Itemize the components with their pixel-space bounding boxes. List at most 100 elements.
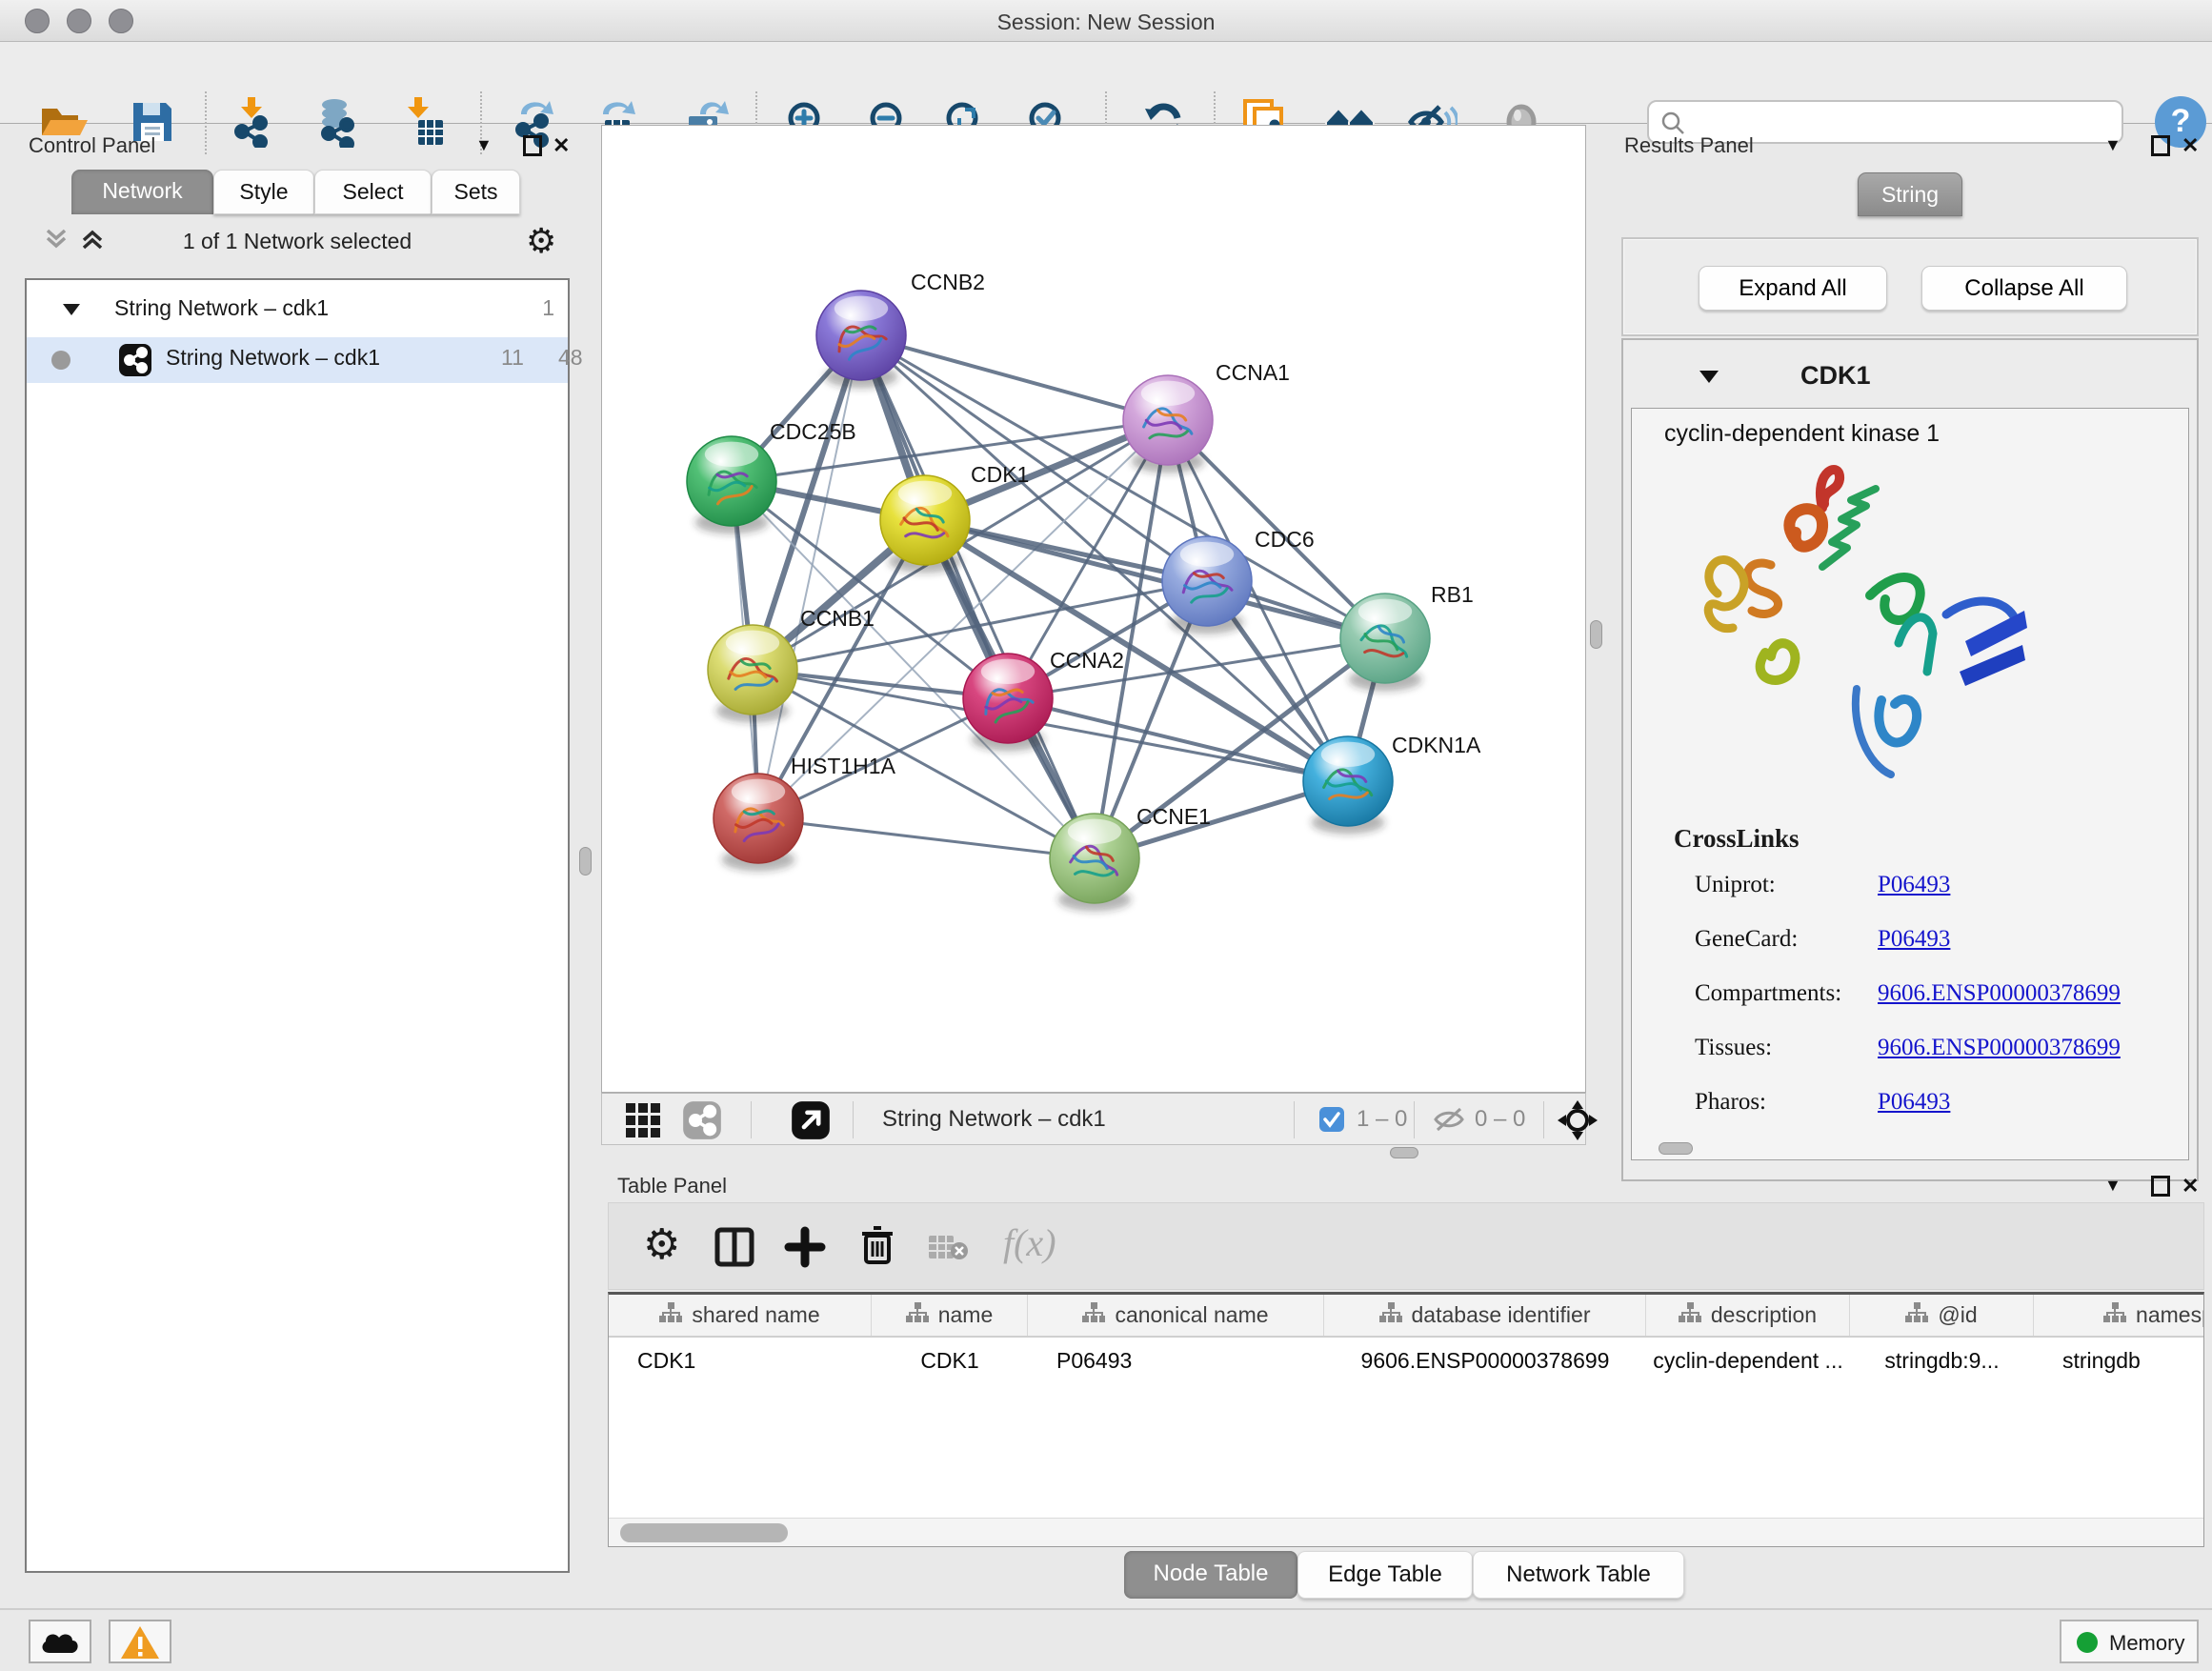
node-label: HIST1H1A	[791, 754, 896, 778]
control-panel-title: Control Panel	[29, 133, 155, 158]
birds-eye-grid-icon[interactable]	[625, 1102, 661, 1143]
crosslink-row: Pharos:P06493	[1632, 1089, 2188, 1127]
tab-string[interactable]: String	[1858, 172, 1962, 216]
footer-divider	[1414, 1101, 1415, 1138]
column-label: shared name	[692, 1302, 819, 1328]
horizontal-splitter-handle[interactable]	[1390, 1147, 1418, 1158]
control-panel-close-icon[interactable]: ✕	[553, 133, 570, 158]
network-share-icon[interactable]	[682, 1100, 722, 1145]
import-network-file-icon[interactable]	[226, 96, 277, 148]
network-type-icon	[118, 343, 152, 383]
collection-expand-triangle-icon[interactable]	[61, 299, 82, 325]
scrollbar-thumb[interactable]	[620, 1523, 788, 1542]
table-cell[interactable]: stringdb:9...	[1850, 1339, 2034, 1381]
delete-column-trash-icon[interactable]	[856, 1224, 898, 1271]
tab-sets[interactable]: Sets	[432, 170, 520, 214]
cloud-button[interactable]	[29, 1620, 91, 1663]
warnings-button[interactable]	[109, 1620, 171, 1663]
show-columns-icon[interactable]	[714, 1226, 755, 1273]
network-edge[interactable]	[758, 818, 1095, 858]
tab-edge-table[interactable]: Edge Table	[1297, 1551, 1473, 1599]
network-node-ccnb1[interactable]: CCNB1	[708, 606, 875, 722]
open-in-window-icon[interactable]	[791, 1100, 831, 1145]
column-label: namespace	[2136, 1302, 2204, 1328]
table-settings-gear-icon[interactable]: ⚙	[643, 1220, 680, 1269]
tab-style[interactable]: Style	[213, 170, 314, 214]
footer-divider	[1294, 1101, 1295, 1138]
column-header-canonical-name[interactable]: canonical name	[1028, 1295, 1324, 1336]
node-label: CCNE1	[1136, 804, 1211, 829]
network-node-cdc6[interactable]: CDC6	[1162, 527, 1315, 634]
control-panel-collapse-icon[interactable]: ▼	[475, 135, 493, 155]
right-splitter-handle[interactable]	[1590, 620, 1602, 649]
results-node-section: CDK1 cyclin-dependent kinase 1 CrossLink…	[1621, 338, 2199, 1181]
network-edge[interactable]	[758, 335, 861, 818]
table-panel-collapse-icon[interactable]: ▼	[2104, 1176, 2122, 1196]
table-cell[interactable]: cyclin-dependent ...	[1646, 1339, 1850, 1381]
control-panel-float-icon[interactable]	[523, 135, 542, 156]
crosslink-row: Compartments:9606.ENSP00000378699	[1632, 980, 2188, 1018]
crosslink-link[interactable]: 9606.ENSP00000378699	[1878, 1035, 2121, 1061]
add-column-icon[interactable]	[784, 1226, 826, 1273]
table-cell[interactable]: CDK1	[609, 1339, 872, 1381]
table-cell[interactable]: P06493	[1028, 1339, 1324, 1381]
network-edge[interactable]	[925, 520, 1385, 638]
column-header-name[interactable]: name	[872, 1295, 1028, 1336]
column-label: database identifier	[1412, 1302, 1591, 1328]
table-cell[interactable]: stringdb	[2034, 1339, 2204, 1381]
column-header-namespace[interactable]: namespace	[2034, 1295, 2204, 1336]
expand-all-button[interactable]: Expand All	[1699, 266, 1887, 311]
footer-divider	[1543, 1101, 1544, 1138]
results-scrollbar-thumb[interactable]	[1659, 1142, 1693, 1155]
network-view-footer: String Network – cdk1 1 – 0 0 – 0	[601, 1093, 1586, 1145]
network-canvas[interactable]: CCNB2CCNA1CDC25BCDK1CDC6RB1CCNB1CCNA2CDK…	[601, 125, 1586, 1093]
hidden-node-edge-counts: 0 – 0	[1475, 1106, 1525, 1133]
table-cell[interactable]: CDK1	[872, 1339, 1028, 1381]
results-panel-collapse-icon[interactable]: ▼	[2104, 135, 2122, 155]
tab-node-table[interactable]: Node Table	[1124, 1551, 1297, 1599]
crosslink-link[interactable]: 9606.ENSP00000378699	[1878, 980, 2121, 1007]
network-node-hist1h1a[interactable]: HIST1H1A	[714, 754, 896, 871]
network-edge[interactable]	[861, 335, 1095, 858]
crosslink-link[interactable]: P06493	[1878, 926, 1950, 953]
section-collapse-triangle-icon[interactable]	[1698, 367, 1720, 391]
import-network-database-icon[interactable]	[311, 96, 362, 148]
crosslink-link[interactable]: P06493	[1878, 1089, 1950, 1116]
left-splitter-handle[interactable]	[579, 847, 592, 876]
column-header-database-identifier[interactable]: database identifier	[1324, 1295, 1646, 1336]
network-list: String Network – cdk1 1 String Network –…	[25, 278, 570, 1573]
network-label: String Network – cdk1	[166, 345, 380, 371]
pan-crosshair-icon[interactable]	[1557, 1099, 1599, 1146]
network-collection-row[interactable]: String Network – cdk1 1	[27, 288, 568, 333]
results-panel-float-icon[interactable]	[2151, 135, 2170, 156]
table-horizontal-scrollbar[interactable]	[609, 1518, 2203, 1546]
table-row[interactable]: CDK1CDK1P064939606.ENSP00000378699cyclin…	[609, 1339, 2204, 1381]
memory-button[interactable]: Memory	[2060, 1620, 2199, 1663]
section-title: CDK1	[1800, 361, 1871, 391]
crosslink-link[interactable]: P06493	[1878, 872, 1950, 898]
node-label: CDC25B	[770, 419, 856, 444]
table-panel-close-icon[interactable]: ✕	[2182, 1174, 2199, 1198]
network-row[interactable]: String Network – cdk1 11 48	[27, 337, 568, 383]
column-header-shared-name[interactable]: shared name	[609, 1295, 872, 1336]
column-header-description[interactable]: description	[1646, 1295, 1850, 1336]
string-network-graph[interactable]: CCNB2CCNA1CDC25BCDK1CDC6RB1CCNB1CCNA2CDK…	[602, 126, 1585, 1092]
collection-label: String Network – cdk1	[114, 295, 329, 321]
tab-select[interactable]: Select	[314, 170, 432, 214]
results-panel-close-icon[interactable]: ✕	[2182, 133, 2199, 158]
network-options-gear-icon[interactable]: ⚙	[526, 221, 556, 261]
memory-label: Memory	[2109, 1631, 2184, 1656]
import-table-file-icon[interactable]	[396, 96, 448, 148]
column-header--id[interactable]: @id	[1850, 1295, 2034, 1336]
collapse-all-button[interactable]: Collapse All	[1921, 266, 2127, 311]
table-panel-float-icon[interactable]	[2151, 1176, 2170, 1197]
network-node-cdkn1a[interactable]: CDKN1A	[1303, 733, 1481, 834]
network-node-ccna1[interactable]: CCNA1	[1123, 360, 1290, 473]
table-cell[interactable]: 9606.ENSP00000378699	[1324, 1339, 1646, 1381]
network-node-ccne1[interactable]: CCNE1	[1050, 804, 1211, 911]
tab-network[interactable]: Network	[71, 170, 213, 214]
tab-network-table[interactable]: Network Table	[1473, 1551, 1684, 1599]
column-label: name	[938, 1302, 994, 1328]
selected-checkbox-icon[interactable]	[1318, 1106, 1345, 1137]
network-node-rb1[interactable]: RB1	[1340, 582, 1474, 691]
